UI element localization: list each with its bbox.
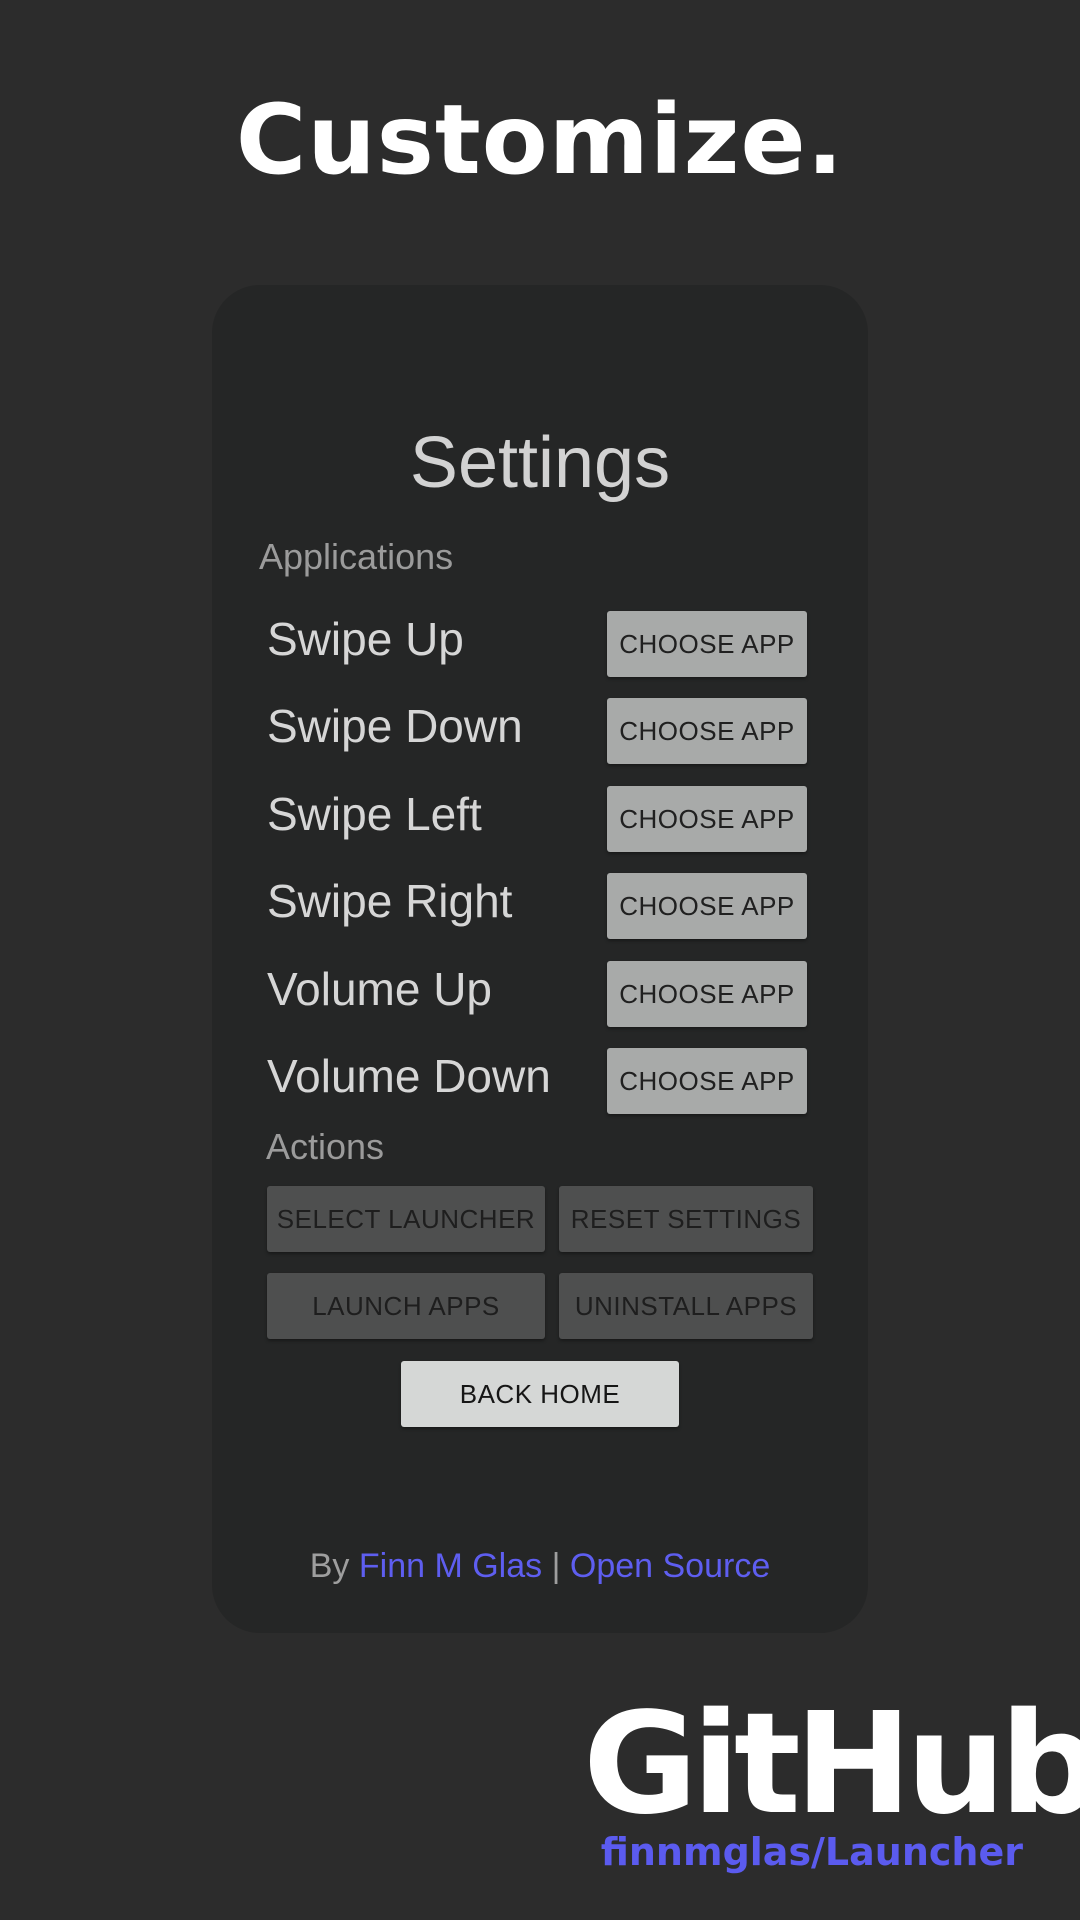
volume-down-label: Volume Down bbox=[267, 1050, 551, 1102]
swipe-up-choose-app-button[interactable]: CHOOSE APP bbox=[607, 611, 807, 677]
footer-credits: By Finn M Glas | Open Source bbox=[0, 1544, 1080, 1588]
launch-apps-button[interactable]: LAUNCH APPS bbox=[267, 1273, 545, 1339]
footer-by-text: By bbox=[309, 1547, 359, 1585]
volume-down-choose-app-button[interactable]: CHOOSE APP bbox=[607, 1048, 807, 1114]
back-home-button[interactable]: BACK HOME bbox=[401, 1361, 679, 1427]
swipe-left-label: Swipe Left bbox=[267, 788, 482, 840]
swipe-up-label: Swipe Up bbox=[267, 613, 464, 665]
select-launcher-button[interactable]: SELECT LAUNCHER bbox=[267, 1186, 545, 1252]
swipe-down-choose-app-button[interactable]: CHOOSE APP bbox=[607, 698, 807, 764]
headline: Customize. bbox=[235, 84, 845, 196]
swipe-right-label: Swipe Right bbox=[267, 875, 513, 927]
reset-settings-button[interactable]: RESET SETTINGS bbox=[559, 1186, 813, 1252]
footer-separator: | bbox=[542, 1547, 570, 1585]
github-logo-text: GitHub bbox=[583, 1683, 1080, 1846]
open-source-link[interactable]: Open Source bbox=[570, 1547, 770, 1585]
swipe-left-choose-app-button[interactable]: CHOOSE APP bbox=[607, 786, 807, 852]
github-repo-link[interactable]: finnmglas/Launcher bbox=[560, 1830, 1023, 1874]
volume-up-choose-app-button[interactable]: CHOOSE APP bbox=[607, 961, 807, 1027]
author-link[interactable]: Finn M Glas bbox=[359, 1547, 542, 1585]
actions-section-label: Actions bbox=[266, 1126, 385, 1167]
uninstall-apps-button[interactable]: UNINSTALL APPS bbox=[559, 1273, 813, 1339]
applications-section-label: Applications bbox=[259, 536, 454, 577]
swipe-down-label: Swipe Down bbox=[267, 700, 523, 752]
volume-up-label: Volume Up bbox=[267, 963, 493, 1015]
settings-title: Settings bbox=[409, 423, 671, 503]
swipe-right-choose-app-button[interactable]: CHOOSE APP bbox=[607, 873, 807, 939]
